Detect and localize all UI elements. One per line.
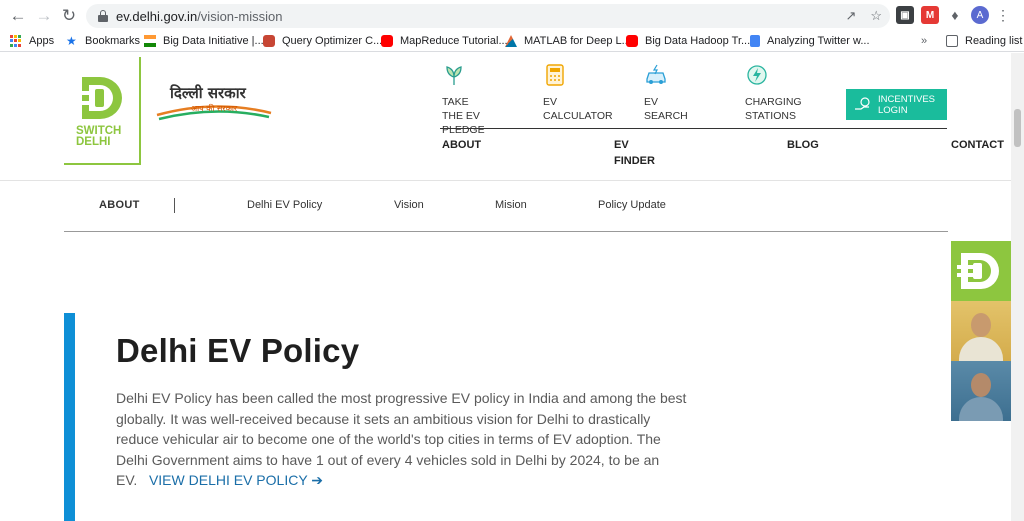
- back-arrow-icon[interactable]: ←: [6, 4, 30, 28]
- ev-car-icon: [646, 64, 666, 84]
- address-bar[interactable]: ev.delhi.gov.in/vision-mission ↗ ☆: [86, 4, 890, 28]
- youtube-icon: [626, 35, 638, 47]
- subnav-section-label: ABOUT: [99, 199, 140, 211]
- bookmark-query-optimizer[interactable]: Query Optimizer C...: [263, 35, 382, 47]
- header-divider: [440, 128, 947, 129]
- bookmark-apps[interactable]: Apps: [10, 35, 54, 47]
- view-policy-link[interactable]: VIEW DELHI EV POLICY ➔: [149, 472, 323, 488]
- avatar[interactable]: A: [971, 6, 989, 24]
- header-bottom-border: [0, 180, 1011, 181]
- pledge-leaf-icon: [446, 66, 462, 85]
- puzzle-icon[interactable]: ♦: [946, 6, 964, 24]
- more-bookmarks-chevron[interactable]: »: [921, 35, 927, 47]
- subnav-separator: [174, 198, 175, 213]
- lock-icon[interactable]: [98, 10, 108, 22]
- scrollbar-thumb[interactable]: [1014, 109, 1021, 147]
- url-text[interactable]: ev.delhi.gov.in/vision-mission: [116, 9, 282, 24]
- page-scrollbar[interactable]: [1011, 53, 1024, 521]
- bookmark-mapreduce[interactable]: MapReduce Tutorial...: [381, 35, 508, 47]
- star-icon: ★: [66, 34, 77, 48]
- nav-about[interactable]: ABOUT: [442, 137, 481, 153]
- bookmark-star-icon[interactable]: ☆: [870, 8, 882, 24]
- leader-photo-2[interactable]: [951, 361, 1011, 421]
- logo-text: SWITCH DELHI: [76, 125, 122, 148]
- side-widgets: [951, 241, 1011, 421]
- subnav-mision[interactable]: Mision: [495, 199, 527, 211]
- web-page: SWITCH DELHI दिल्ली सरकार आप की सरकार TA…: [0, 53, 1011, 521]
- subnav-delhi-ev-policy[interactable]: Delhi EV Policy: [247, 199, 322, 211]
- hand-coin-icon: [855, 96, 870, 110]
- browser-toolbar: ← → ↻ ev.delhi.gov.in/vision-mission ↗ ☆…: [0, 0, 1024, 32]
- charging-stations-link[interactable]: CHARGING STATIONS: [745, 63, 802, 123]
- side-switch-logo[interactable]: [951, 241, 1011, 301]
- youtube-icon: [381, 35, 393, 47]
- share-icon[interactable]: ↗: [845, 8, 856, 24]
- oracle-icon: [263, 35, 275, 47]
- nav-contact[interactable]: CONTACT: [951, 137, 1004, 153]
- subnav-underline: [64, 231, 948, 232]
- bookmark-twitter[interactable]: Analyzing Twitter w...: [750, 35, 870, 47]
- india-flag-icon: [144, 35, 156, 47]
- reading-list[interactable]: Reading list: [946, 35, 1022, 47]
- take-pledge-link[interactable]: TAKE THE EV PLEDGE: [442, 63, 485, 137]
- page-title: Delhi EV Policy: [116, 332, 360, 369]
- bookmarks-bar: Apps ★ Bookmarks Big Data Initiative |..…: [0, 32, 1024, 52]
- ev-calculator-link[interactable]: EV CALCULATOR: [543, 63, 613, 123]
- extension-icon-1[interactable]: ▣: [896, 6, 914, 24]
- bookmark-matlab[interactable]: MATLAB for Deep L...: [505, 35, 631, 47]
- extension-icon-2[interactable]: M: [921, 6, 939, 24]
- reload-icon[interactable]: ↻: [57, 4, 81, 28]
- bookmark-big-data-initiative[interactable]: Big Data Initiative |...: [144, 35, 264, 47]
- switch-delhi-plug-icon: [957, 253, 999, 289]
- switch-delhi-logo[interactable]: SWITCH DELHI: [64, 57, 141, 165]
- nav-ev-finder[interactable]: EV FINDER: [614, 137, 655, 169]
- menu-kebab-icon[interactable]: ⋮: [996, 7, 1010, 24]
- policy-description: Delhi EV Policy has been called the most…: [116, 390, 687, 488]
- accent-bar: [64, 313, 75, 521]
- incentives-login-button[interactable]: INCENTIVES LOGIN: [846, 89, 947, 120]
- subnav-vision[interactable]: Vision: [394, 199, 424, 211]
- calculator-icon: [546, 64, 564, 86]
- reading-list-icon: [946, 35, 958, 47]
- nav-blog[interactable]: BLOG: [787, 137, 819, 153]
- matlab-icon: [505, 35, 517, 47]
- delhi-government-logo[interactable]: दिल्ली सरकार आप की सरकार: [155, 83, 275, 123]
- switch-delhi-plug-icon: [78, 77, 122, 119]
- ev-search-link[interactable]: EV SEARCH: [644, 63, 688, 123]
- apps-grid-icon: [10, 35, 22, 47]
- leader-photo-1[interactable]: [951, 301, 1011, 361]
- subnav-policy-update[interactable]: Policy Update: [598, 199, 666, 211]
- forward-arrow-icon[interactable]: →: [32, 4, 56, 28]
- doc-icon: [750, 35, 760, 47]
- charging-icon: [747, 65, 767, 85]
- bookmark-bookmarks[interactable]: ★ Bookmarks: [66, 35, 140, 47]
- bookmark-hadoop[interactable]: Big Data Hadoop Tr...: [626, 35, 750, 47]
